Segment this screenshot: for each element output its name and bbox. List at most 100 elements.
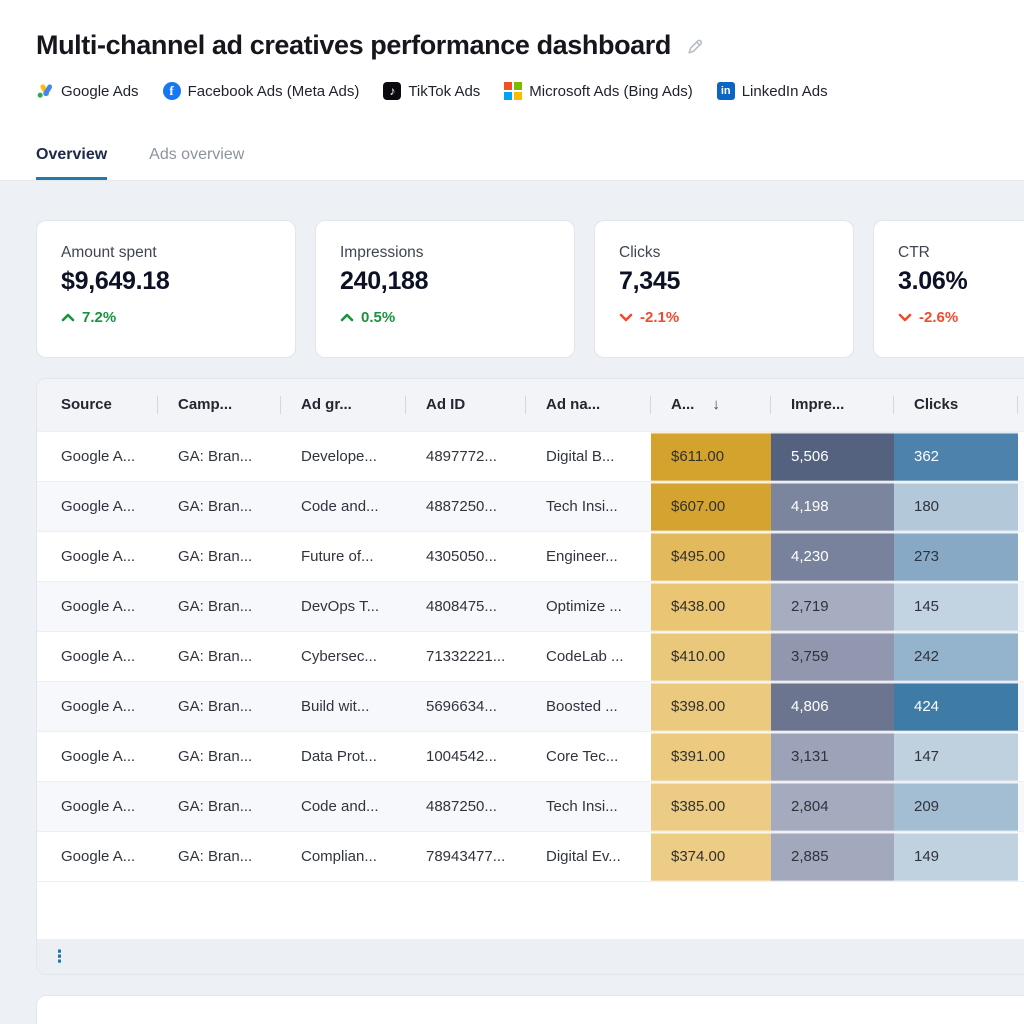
table-body: Google A...GA: Bran...Develope...4897772… — [37, 431, 1024, 881]
column-header-amount-label: A... — [671, 396, 694, 413]
cell-amount: $438.00 — [651, 581, 771, 631]
platform-label: LinkedIn Ads — [742, 83, 828, 100]
cell-ad-group: Develope... — [281, 431, 406, 481]
cell-source: Google A... — [37, 831, 158, 881]
cell-campaign: GA: Bran... — [158, 581, 281, 631]
cell-source: Google A... — [37, 531, 158, 581]
table-row[interactable]: Google A...GA: Bran...Code and...4887250… — [37, 781, 1024, 831]
column-header-amount[interactable]: A... ↓ — [651, 379, 771, 431]
cell-impressions: 2,719 — [771, 581, 894, 631]
cell-amount: $611.00 — [651, 431, 771, 481]
platform-label: Google Ads — [61, 83, 139, 100]
column-header-impressions[interactable]: Impre... — [771, 379, 894, 431]
cell-amount: $391.00 — [651, 731, 771, 781]
cell-clicks: 180 — [894, 481, 1018, 531]
cell-source: Google A... — [37, 481, 158, 531]
table-row[interactable]: Google A...GA: Bran...Data Prot...100454… — [37, 731, 1024, 781]
cell-campaign: GA: Bran... — [158, 731, 281, 781]
cell-ad-name: Engineer... — [526, 531, 651, 581]
content-area: Amount spent $9,649.18 7.2% Impressions … — [0, 181, 1024, 1024]
cell-ad-group: Data Prot... — [281, 731, 406, 781]
column-header-ad-group[interactable]: Ad gr... — [281, 379, 406, 431]
cell-ad-id: 1004542... — [406, 731, 526, 781]
cell-ad-id: 4808475... — [406, 581, 526, 631]
sort-desc-icon[interactable]: ↓ — [712, 396, 720, 413]
cell-ad-group: Complian... — [281, 831, 406, 881]
kpi-card-impressions: Impressions 240,188 0.5% — [315, 220, 575, 358]
cell-impressions: 4,198 — [771, 481, 894, 531]
table-row[interactable]: Google A...GA: Bran...Cybersec...7133222… — [37, 631, 1024, 681]
column-header-ad-name[interactable]: Ad na... — [526, 379, 651, 431]
cell-amount: $385.00 — [651, 781, 771, 831]
kpi-delta-value: 0.5% — [361, 309, 395, 326]
kpi-value: 3.06% — [898, 267, 1024, 296]
chevron-down-icon — [898, 313, 912, 322]
platform-microsoft-ads: Microsoft Ads (Bing Ads) — [504, 82, 692, 100]
cell-source: Google A... — [37, 731, 158, 781]
cell-filler — [1018, 731, 1024, 781]
table-row[interactable]: Google A...GA: Bran...Build wit...569663… — [37, 681, 1024, 731]
ads-table: Source Camp... Ad gr... Ad ID Ad na... A… — [37, 379, 1024, 881]
cell-ad-name: CodeLab ... — [526, 631, 651, 681]
platform-google-ads: Google Ads — [36, 82, 139, 100]
kpi-card-clicks: Clicks 7,345 -2.1% — [594, 220, 854, 358]
table-row[interactable]: Google A...GA: Bran...Complian...7894347… — [37, 831, 1024, 881]
tab-bar: Overview Ads overview — [0, 146, 1024, 181]
cell-filler — [1018, 681, 1024, 731]
cell-amount: $398.00 — [651, 681, 771, 731]
table-row[interactable]: Google A...GA: Bran...Develope...4897772… — [37, 431, 1024, 481]
cell-campaign: GA: Bran... — [158, 431, 281, 481]
column-header-source[interactable]: Source — [37, 379, 158, 431]
cell-ad-name: Optimize ... — [526, 581, 651, 631]
kpi-delta: 0.5% — [340, 309, 550, 326]
cell-campaign: GA: Bran... — [158, 631, 281, 681]
cell-clicks: 209 — [894, 781, 1018, 831]
column-header-clicks[interactable]: Clicks — [894, 379, 1018, 431]
cell-ad-id: 71332221... — [406, 631, 526, 681]
table-row[interactable]: Google A...GA: Bran...Future of...430505… — [37, 531, 1024, 581]
kpi-card-ctr: CTR 3.06% -2.6% — [873, 220, 1024, 358]
cell-source: Google A... — [37, 781, 158, 831]
cell-source: Google A... — [37, 681, 158, 731]
platform-label: Microsoft Ads (Bing Ads) — [529, 83, 692, 100]
page-header: Multi-channel ad creatives performance d… — [0, 0, 1024, 100]
cell-impressions: 5,506 — [771, 431, 894, 481]
cell-ad-id: 78943477... — [406, 831, 526, 881]
kebab-menu-icon[interactable]: ⋮ — [51, 948, 68, 965]
cell-clicks: 147 — [894, 731, 1018, 781]
cell-campaign: GA: Bran... — [158, 481, 281, 531]
column-header-ad-id[interactable]: Ad ID — [406, 379, 526, 431]
chevron-up-icon — [61, 313, 75, 322]
kpi-delta: -2.1% — [619, 309, 829, 326]
cell-ad-name: Tech Insi... — [526, 781, 651, 831]
column-header-campaign[interactable]: Camp... — [158, 379, 281, 431]
cell-clicks: 362 — [894, 431, 1018, 481]
kpi-label: Clicks — [619, 244, 829, 262]
cell-campaign: GA: Bran... — [158, 681, 281, 731]
cell-filler — [1018, 481, 1024, 531]
table-footer: ⋮ — [37, 939, 1024, 974]
kpi-delta: -2.6% — [898, 309, 1024, 326]
platform-facebook-ads: f Facebook Ads (Meta Ads) — [163, 82, 360, 100]
table-row[interactable]: Google A...GA: Bran...Code and...4887250… — [37, 481, 1024, 531]
cell-filler — [1018, 631, 1024, 681]
table-row[interactable]: Google A...GA: Bran...DevOps T...4808475… — [37, 581, 1024, 631]
edit-pencil-icon[interactable] — [685, 37, 705, 57]
cell-clicks: 149 — [894, 831, 1018, 881]
platform-list: Google Ads f Facebook Ads (Meta Ads) ♪ T… — [36, 82, 988, 100]
page-title: Multi-channel ad creatives performance d… — [36, 28, 671, 62]
cell-source: Google A... — [37, 631, 158, 681]
cell-campaign: GA: Bran... — [158, 531, 281, 581]
tab-ads-overview[interactable]: Ads overview — [149, 146, 244, 180]
cell-filler — [1018, 431, 1024, 481]
cell-clicks: 242 — [894, 631, 1018, 681]
cell-filler — [1018, 781, 1024, 831]
kpi-delta: 7.2% — [61, 309, 271, 326]
tab-overview[interactable]: Overview — [36, 146, 107, 180]
chevron-up-icon — [340, 313, 354, 322]
cell-filler — [1018, 831, 1024, 881]
linkedin-icon: in — [717, 82, 735, 100]
cell-impressions: 4,230 — [771, 531, 894, 581]
cell-campaign: GA: Bran... — [158, 831, 281, 881]
cell-ad-id: 4897772... — [406, 431, 526, 481]
